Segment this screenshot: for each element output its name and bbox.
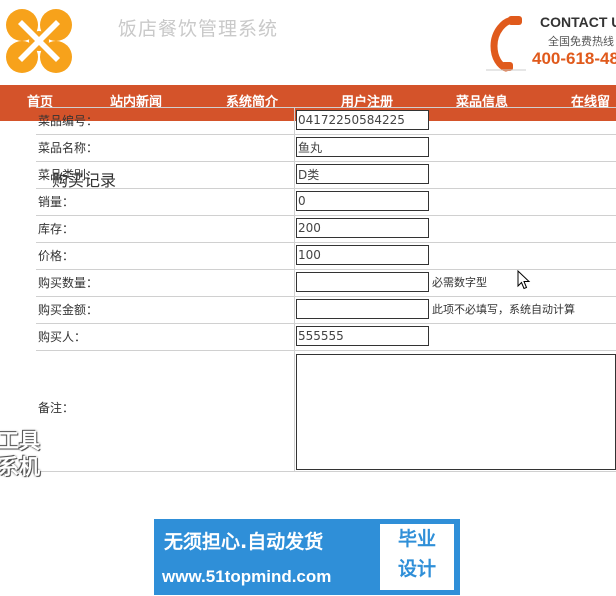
- notes-label: 备注：: [38, 401, 75, 415]
- logo-icon: [6, 9, 72, 73]
- site-header: 饭店餐饮管理系统 CONTACT U 全国免费热线 400-618-48: [0, 0, 616, 85]
- quantity-input[interactable]: [296, 272, 429, 292]
- notes-textarea[interactable]: [296, 354, 616, 470]
- column-divider: [294, 270, 295, 296]
- buyer-input[interactable]: [296, 326, 429, 346]
- form-row-dish-category: 菜品类别：: [36, 162, 616, 189]
- column-divider: [294, 108, 295, 134]
- column-divider: [294, 162, 295, 188]
- price-input[interactable]: [296, 245, 429, 265]
- contact-subtitle: 全国免费热线: [548, 35, 614, 48]
- sales-label: 销量：: [38, 195, 75, 209]
- form-row-buyer: 购买人：: [36, 324, 616, 351]
- buyer-label: 购买人：: [38, 330, 87, 344]
- contact-title: CONTACT U: [540, 14, 616, 30]
- dish-id-label: 菜品编号：: [38, 114, 99, 128]
- form-row-amount: 购买金额： 此项不必填写，系统自动计算: [36, 297, 616, 324]
- side-watermark-line-2: 系机: [0, 455, 40, 479]
- ad-banner[interactable]: 无须担心.自动发货 www.51topmind.com 毕业 设计: [154, 519, 460, 595]
- dish-category-label: 菜品类别：: [38, 168, 99, 182]
- dish-category-input[interactable]: [296, 164, 429, 184]
- form-row-dish-name: 菜品名称：: [36, 135, 616, 162]
- dish-id-input[interactable]: [296, 110, 429, 130]
- form-row-sales: 销量：: [36, 189, 616, 216]
- form-row-dish-id: 菜品编号：: [36, 108, 616, 135]
- dish-name-input[interactable]: [296, 137, 429, 157]
- column-divider: [294, 243, 295, 269]
- column-divider: [294, 297, 295, 323]
- side-watermark-line-1: 工具: [0, 429, 40, 453]
- price-label: 价格：: [38, 249, 75, 263]
- side-watermark: 工具 系机: [0, 428, 40, 480]
- contact-phone: 400-618-48: [532, 49, 616, 68]
- quantity-label: 购买数量：: [38, 276, 99, 290]
- form-row-price: 价格：: [36, 243, 616, 270]
- form-row-stock: 库存：: [36, 216, 616, 243]
- form-row-notes: 备注：: [36, 351, 616, 472]
- dish-name-label: 菜品名称：: [38, 141, 99, 155]
- ad-badge-line-1: 毕业: [397, 528, 436, 550]
- mouse-cursor-icon: [517, 270, 531, 290]
- site-title: 饭店餐饮管理系统: [118, 18, 279, 40]
- ad-badge: 毕业 设计: [380, 524, 454, 590]
- amount-input[interactable]: [296, 299, 429, 319]
- ad-badge-line-2: 设计: [397, 558, 436, 580]
- stock-input[interactable]: [296, 218, 429, 238]
- ad-url: www.51topmind.com: [162, 567, 332, 586]
- stock-label: 库存：: [38, 222, 75, 236]
- column-divider: [294, 216, 295, 242]
- quantity-hint: 必需数字型: [432, 276, 487, 289]
- sales-input[interactable]: [296, 191, 429, 211]
- amount-hint: 此项不必填写，系统自动计算: [432, 303, 575, 316]
- amount-label: 购买金额：: [38, 303, 99, 317]
- column-divider: [294, 135, 295, 161]
- column-divider: [294, 324, 295, 350]
- column-divider: [294, 189, 295, 215]
- column-divider: [294, 351, 295, 471]
- phone-icon: [486, 16, 526, 72]
- ad-slogan: 无须担心.自动发货: [164, 531, 324, 553]
